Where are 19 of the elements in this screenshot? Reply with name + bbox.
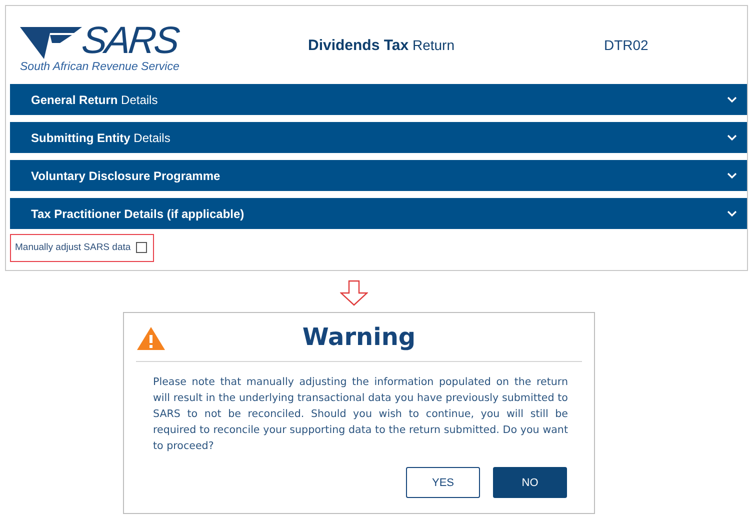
chevron-down-icon[interactable] — [727, 172, 737, 179]
down-arrow-icon — [340, 280, 368, 306]
logo-wordmark: SARS — [80, 23, 180, 59]
chevron-down-icon[interactable] — [727, 210, 737, 217]
section-header[interactable]: General Return Details — [10, 84, 747, 115]
section-header[interactable]: Voluntary Disclosure Programme — [10, 160, 747, 191]
chevron-down-icon[interactable] — [727, 134, 737, 141]
section-header[interactable]: Tax Practitioner Details (if applicable) — [10, 198, 747, 229]
warning-icon — [136, 326, 166, 351]
no-button[interactable]: NO — [493, 467, 567, 498]
logo-caption: South African Revenue Service — [20, 61, 180, 73]
manual-adjust-checkbox[interactable]: Manually adjust SARS data — [10, 234, 154, 262]
yes-button[interactable]: YES — [406, 467, 480, 498]
form-title: Dividends Tax Return — [308, 36, 456, 54]
dialog-title: Warning — [302, 323, 416, 351]
warning-message: Please note that manually adjusting the information populated on the return will result in the underlying transactional data you have previously submitted to SARS to not be reconciled. Should you wish to continue, you will still be required to reconcile your supporting data to the return submitted. Do you want to proceed? — [153, 375, 568, 454]
form-code: DTR02 — [604, 37, 648, 53]
chevron-down-icon[interactable] — [727, 96, 737, 103]
section-header[interactable]: Submitting Entity Details — [10, 122, 747, 153]
